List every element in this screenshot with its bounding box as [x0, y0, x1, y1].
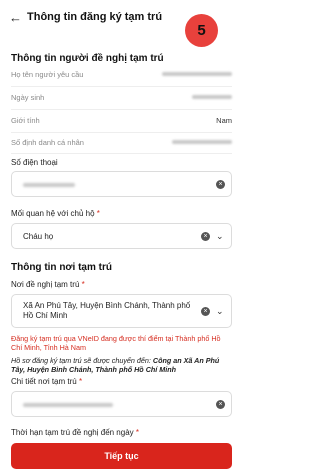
- place-select[interactable]: Xã An Phú Tây, Huyện Bình Chánh, Thành p…: [11, 294, 232, 328]
- info-row-id: Số định danh cá nhân: [11, 138, 232, 152]
- required-mark: *: [78, 377, 83, 386]
- chevron-down-icon[interactable]: ⌄: [216, 232, 224, 241]
- info-value-gender: Nam: [216, 116, 232, 125]
- detail-label-text: Chi tiết nơi tạm trú: [11, 377, 77, 386]
- divider: [11, 153, 232, 154]
- relationship-label: Mối quan hệ với chủ hộ *: [11, 209, 100, 218]
- relationship-value: Cháu họ: [23, 232, 54, 241]
- clear-icon[interactable]: ×: [216, 400, 225, 409]
- clear-icon[interactable]: ×: [201, 307, 210, 316]
- duration-label-text: Thời hạn tạm trú đề nghị đến ngày: [11, 428, 134, 437]
- clear-icon[interactable]: ×: [216, 180, 225, 189]
- info-row-dob: Ngày sinh: [11, 93, 232, 107]
- info-label: Ngày sinh: [11, 93, 45, 102]
- chevron-down-icon[interactable]: ⌄: [216, 307, 224, 316]
- phone-label: Số điện thoại: [11, 158, 58, 167]
- redacted-value: [192, 95, 232, 99]
- redacted-value: [23, 183, 75, 187]
- redacted-value: [172, 140, 232, 144]
- info-row-gender: Giới tính Nam: [11, 116, 232, 130]
- continue-button[interactable]: Tiếp tục: [11, 443, 232, 469]
- place-label-text: Nơi đề nghị tạm trú: [11, 280, 80, 289]
- info-row-name: Họ tên người yêu cầu: [11, 70, 232, 84]
- redacted-value: [162, 72, 232, 76]
- detail-label: Chi tiết nơi tạm trú *: [11, 377, 82, 386]
- transfer-notice-prefix: Hồ sơ đăng ký tạm trú sẽ được chuyển đến…: [11, 356, 153, 365]
- detail-input[interactable]: ×: [11, 391, 232, 417]
- transfer-notice: Hồ sơ đăng ký tạm trú sẽ được chuyển đến…: [11, 356, 233, 374]
- place-label: Nơi đề nghị tạm trú *: [11, 280, 85, 289]
- phone-input[interactable]: ×: [11, 171, 232, 197]
- place-value: Xã An Phú Tây, Huyện Bình Chánh, Thành p…: [23, 301, 191, 320]
- page-title: Thông tin đăng ký tạm trú: [27, 11, 163, 23]
- duration-label: Thời hạn tạm trú đề nghị đến ngày *: [11, 428, 139, 437]
- clear-icon[interactable]: ×: [201, 232, 210, 241]
- pilot-notice: Đăng ký tạm trú qua VNeID đang được thí …: [11, 334, 221, 352]
- redacted-value: [23, 403, 113, 407]
- info-label: Giới tính: [11, 116, 40, 125]
- step-badge: 5: [185, 14, 218, 47]
- info-label: Số định danh cá nhân: [11, 138, 84, 147]
- required-mark: *: [135, 428, 140, 437]
- divider: [11, 86, 232, 87]
- arrow-left-icon[interactable]: ←: [9, 11, 22, 25]
- relationship-label-text: Mối quan hệ với chủ hộ: [11, 209, 95, 218]
- divider: [11, 109, 232, 110]
- divider: [11, 132, 232, 133]
- relationship-select[interactable]: Cháu họ × ⌄: [11, 223, 232, 249]
- residence-section-title: Thông tin nơi tạm trú: [11, 262, 112, 273]
- required-mark: *: [96, 209, 100, 218]
- requester-section-title: Thông tin người đề nghị tạm trú: [11, 53, 164, 64]
- required-mark: *: [81, 280, 85, 289]
- info-label: Họ tên người yêu cầu: [11, 70, 84, 79]
